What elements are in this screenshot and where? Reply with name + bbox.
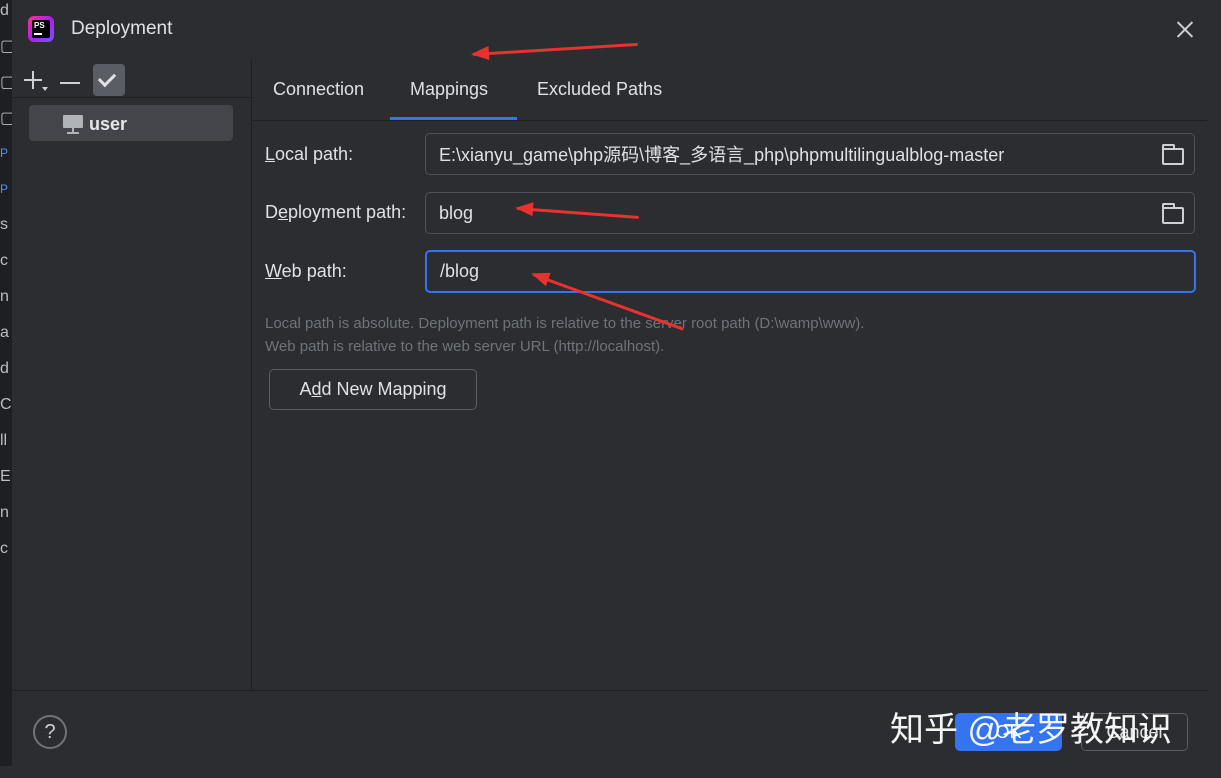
settings-panel: Connection Mappings Excluded Paths Local… [253, 60, 1207, 690]
dialog-title: Deployment [71, 18, 173, 39]
plus-icon[interactable] [16, 65, 48, 95]
hint-line-2: Web path is relative to the web server U… [265, 338, 665, 355]
background-glyph: C [0, 396, 12, 413]
folder-icon[interactable] [1162, 144, 1184, 165]
background-window-edge: d ▢ ▢ ▢ P P s c n a d C ll E n c [0, 0, 12, 778]
tab-mappings[interactable]: Mappings [410, 79, 488, 100]
background-glyph: d [0, 2, 9, 19]
background-glyph: ▢ [0, 38, 12, 55]
background-glyph: P [0, 146, 9, 160]
deployment-path-input[interactable] [425, 192, 1195, 234]
background-glyph: a [0, 324, 9, 341]
server-icon [63, 115, 83, 134]
dialog-footer: ? OK Cancel 知乎 @老罗教知识 [12, 690, 1207, 778]
background-glyph: ll [0, 432, 8, 449]
title-bar[interactable]: PS Deployment [12, 0, 1207, 60]
help-icon[interactable]: ? [33, 715, 67, 749]
server-list-panel: user [12, 60, 252, 690]
background-glyph: d [0, 360, 9, 377]
tab-connection[interactable]: Connection [273, 79, 364, 100]
tab-excluded-paths[interactable]: Excluded Paths [537, 79, 662, 100]
background-glyph: n [0, 288, 9, 305]
background-glyph: c [0, 252, 8, 269]
background-glyph: ▢ [0, 110, 12, 127]
background-window-right [1207, 0, 1221, 778]
background-glyph: E [0, 468, 11, 485]
local-path-input[interactable] [425, 133, 1195, 175]
background-glyph: ▢ [0, 74, 12, 91]
background-glyph: s [0, 216, 8, 233]
server-item-user[interactable]: user [29, 105, 233, 141]
active-tab-indicator [390, 117, 517, 120]
folder-icon[interactable] [1162, 203, 1184, 224]
minus-icon[interactable] [54, 65, 84, 95]
background-glyph: n [0, 504, 9, 521]
deployment-path-label: Deployment path: [265, 202, 407, 222]
deployment-dialog: PS Deployment user Connection Mappings E… [12, 0, 1207, 778]
app-logo-icon: PS [28, 16, 54, 42]
server-item-label: user [89, 114, 128, 134]
close-icon[interactable] [1175, 19, 1195, 39]
web-path-label: Web path: [265, 261, 347, 281]
background-glyph: P [0, 182, 9, 196]
check-icon[interactable] [93, 64, 125, 96]
local-path-label: Local path: [265, 144, 354, 164]
server-toolbar [12, 60, 252, 98]
watermark: 知乎 @老罗教知识 [890, 711, 1172, 749]
hint-line-1: Local path is absolute. Deployment path … [265, 315, 865, 332]
background-glyph: c [0, 540, 8, 557]
add-new-mapping-button[interactable]: Add New Mapping [269, 369, 477, 410]
tab-bar: Connection Mappings Excluded Paths [253, 60, 1207, 121]
